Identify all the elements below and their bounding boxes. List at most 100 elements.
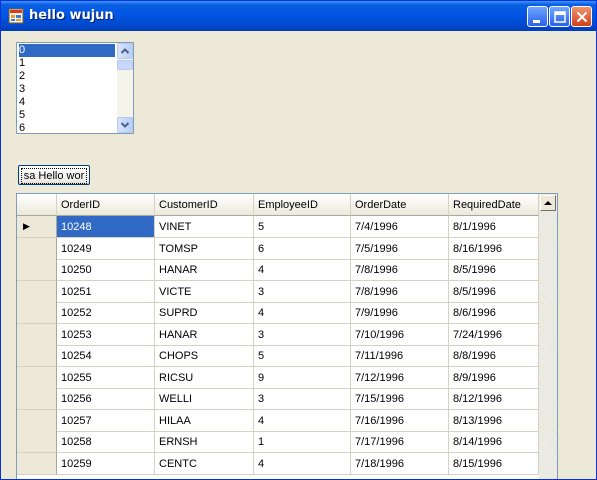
row-header[interactable] xyxy=(17,280,57,303)
table-cell[interactable]: 10250 xyxy=(57,259,155,281)
table-cell[interactable]: 10254 xyxy=(57,345,155,367)
listbox-item[interactable]: 4 xyxy=(19,96,25,109)
table-cell[interactable]: CHOPS xyxy=(155,345,254,367)
table-cell[interactable]: 7/5/1996 xyxy=(351,237,449,260)
row-header[interactable] xyxy=(17,409,57,432)
table-cell[interactable]: 7/9/1996 xyxy=(351,302,449,324)
table-row[interactable]: 10259 CENTC 4 7/18/1996 8/15/1996 xyxy=(17,452,539,475)
table-row[interactable]: 10257 HILAA 4 7/16/1996 8/13/1996 xyxy=(17,409,539,432)
row-header[interactable] xyxy=(17,259,57,281)
table-cell[interactable]: 8/9/1996 xyxy=(449,366,539,389)
table-cell[interactable]: VINET xyxy=(155,216,254,238)
table-cell[interactable]: 9 xyxy=(254,366,351,389)
table-row[interactable]: 10249 TOMSP 6 7/5/1996 8/16/1996 xyxy=(17,237,539,260)
table-cell[interactable]: 10258 xyxy=(57,431,155,453)
table-cell[interactable]: 1 xyxy=(254,431,351,453)
table-cell[interactable]: WELLI xyxy=(155,388,254,410)
app-icon[interactable] xyxy=(8,8,24,24)
table-row[interactable]: 10252 SUPRD 4 7/9/1996 8/6/1996 xyxy=(17,302,539,324)
table-cell[interactable]: 10256 xyxy=(57,388,155,410)
table-cell[interactable]: 10252 xyxy=(57,302,155,324)
row-header[interactable] xyxy=(17,345,57,367)
table-cell[interactable]: 10248 xyxy=(57,216,155,238)
table-row[interactable]: 10254 CHOPS 5 7/11/1996 8/8/1996 xyxy=(17,345,539,367)
table-cell[interactable]: SUPRD xyxy=(155,302,254,324)
table-cell[interactable]: HANAR xyxy=(155,323,254,346)
table-cell[interactable]: TOMSP xyxy=(155,237,254,260)
table-row[interactable]: 10250 HANAR 4 7/8/1996 8/5/1996 xyxy=(17,259,539,281)
listbox-scrollbar[interactable] xyxy=(117,43,133,133)
table-cell[interactable]: 8/8/1996 xyxy=(449,345,539,367)
table-cell[interactable]: 7/18/1996 xyxy=(351,452,449,475)
row-header[interactable]: ▶ xyxy=(17,216,57,238)
table-row[interactable]: 10253 HANAR 3 7/10/1996 7/24/1996 xyxy=(17,323,539,346)
table-cell[interactable]: 8/1/1996 xyxy=(449,216,539,238)
scroll-up-button[interactable] xyxy=(117,43,133,59)
listbox-item[interactable]: 1 xyxy=(19,57,25,70)
listbox-item[interactable]: 3 xyxy=(19,83,25,96)
table-cell[interactable]: HILAA xyxy=(155,409,254,432)
listbox-item[interactable]: 2 xyxy=(19,70,25,83)
row-header[interactable] xyxy=(17,366,57,389)
row-header[interactable] xyxy=(17,431,57,453)
table-row[interactable]: 10251 VICTE 3 7/8/1996 8/5/1996 xyxy=(17,280,539,303)
table-row[interactable]: 10255 RICSU 9 7/12/1996 8/9/1996 xyxy=(17,366,539,389)
table-cell[interactable]: 8/16/1996 xyxy=(449,237,539,260)
table-cell[interactable]: 5 xyxy=(254,216,351,238)
table-cell[interactable]: 8/15/1996 xyxy=(449,452,539,475)
close-button[interactable] xyxy=(571,6,592,27)
grid-scrollbar[interactable] xyxy=(539,194,557,479)
table-cell[interactable]: 10251 xyxy=(57,280,155,303)
column-header[interactable]: CustomerID xyxy=(155,194,254,216)
listbox-item[interactable]: 0 xyxy=(18,43,116,58)
grid-scroll-up-button[interactable] xyxy=(540,195,556,211)
table-cell[interactable]: 6 xyxy=(254,237,351,260)
table-cell[interactable]: HANAR xyxy=(155,259,254,281)
table-cell[interactable]: 10249 xyxy=(57,237,155,260)
table-cell[interactable]: 8/14/1996 xyxy=(449,431,539,453)
hello-button[interactable]: sa Hello wor xyxy=(18,165,90,185)
table-cell[interactable]: 10257 xyxy=(57,409,155,432)
table-cell[interactable]: 7/24/1996 xyxy=(449,323,539,346)
table-cell[interactable]: 7/4/1996 xyxy=(351,216,449,238)
scroll-down-button[interactable] xyxy=(117,117,133,133)
table-cell[interactable]: 4 xyxy=(254,259,351,281)
table-cell[interactable]: 8/13/1996 xyxy=(449,409,539,432)
table-cell[interactable]: 3 xyxy=(254,388,351,410)
table-cell[interactable]: 7/10/1996 xyxy=(351,323,449,346)
number-listbox[interactable]: 0123456 xyxy=(16,42,134,134)
table-cell[interactable]: ERNSH xyxy=(155,431,254,453)
table-cell[interactable]: 7/16/1996 xyxy=(351,409,449,432)
table-cell[interactable]: 3 xyxy=(254,323,351,346)
table-cell[interactable]: 7/8/1996 xyxy=(351,280,449,303)
table-cell[interactable]: CENTC xyxy=(155,452,254,475)
table-row[interactable]: 10256 WELLI 3 7/15/1996 8/12/1996 xyxy=(17,388,539,410)
table-cell[interactable]: 3 xyxy=(254,280,351,303)
row-header[interactable] xyxy=(17,452,57,475)
table-cell[interactable]: 7/8/1996 xyxy=(351,259,449,281)
table-cell[interactable]: 10253 xyxy=(57,323,155,346)
column-header[interactable]: OrderID xyxy=(57,194,155,216)
column-header[interactable]: OrderDate xyxy=(351,194,449,216)
listbox-item[interactable]: 5 xyxy=(19,109,25,122)
table-cell[interactable]: VICTE xyxy=(155,280,254,303)
orders-datagrid[interactable]: OrderID CustomerID EmployeeID OrderDate Requ… xyxy=(16,193,558,479)
table-cell[interactable]: 8/5/1996 xyxy=(449,259,539,281)
row-header[interactable] xyxy=(17,323,57,346)
table-cell[interactable]: 7/17/1996 xyxy=(351,431,449,453)
row-header[interactable] xyxy=(17,302,57,324)
table-cell[interactable]: 7/11/1996 xyxy=(351,345,449,367)
column-header[interactable]: RequiredDate xyxy=(449,194,539,216)
listbox-item[interactable]: 6 xyxy=(19,122,25,133)
table-cell[interactable]: 7/15/1996 xyxy=(351,388,449,410)
table-row[interactable]: ▶ 10248 VINET 5 7/4/1996 8/1/1996 xyxy=(17,216,539,238)
table-cell[interactable]: 10255 xyxy=(57,366,155,389)
table-cell[interactable]: 4 xyxy=(254,409,351,432)
table-cell[interactable]: 8/12/1996 xyxy=(449,388,539,410)
row-header[interactable] xyxy=(17,237,57,260)
table-cell[interactable]: RICSU xyxy=(155,366,254,389)
scroll-thumb[interactable] xyxy=(117,60,133,70)
table-cell[interactable]: 7/12/1996 xyxy=(351,366,449,389)
row-header[interactable] xyxy=(17,388,57,410)
table-cell[interactable]: 4 xyxy=(254,452,351,475)
